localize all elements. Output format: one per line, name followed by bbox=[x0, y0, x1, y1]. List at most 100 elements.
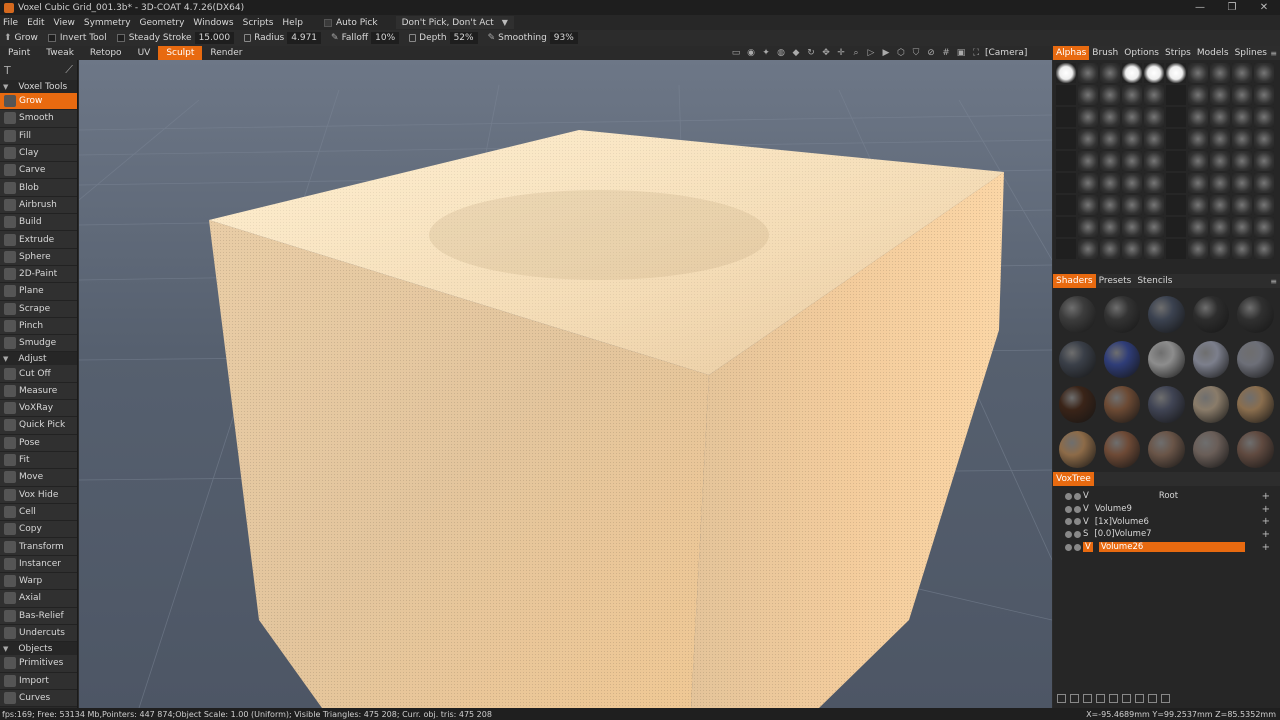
tab-models[interactable]: Models bbox=[1194, 46, 1232, 60]
tool-blob[interactable]: Blob bbox=[0, 179, 77, 197]
invert-tool-toggle[interactable]: Invert Tool bbox=[47, 33, 107, 43]
clone-icon[interactable] bbox=[1083, 694, 1092, 703]
grid-icon[interactable]: # bbox=[940, 47, 952, 59]
alpha-thumbnail[interactable] bbox=[1232, 107, 1252, 127]
transform-icon[interactable] bbox=[1122, 694, 1131, 703]
tool-axial[interactable]: Axial bbox=[0, 590, 77, 608]
shader-sphere[interactable] bbox=[1237, 296, 1274, 333]
add-icon[interactable]: + bbox=[1262, 491, 1270, 502]
add-icon[interactable]: + bbox=[1262, 516, 1270, 527]
alpha-thumbnail[interactable] bbox=[1122, 63, 1142, 83]
tab-tweak[interactable]: Tweak bbox=[38, 46, 82, 60]
alpha-thumbnail[interactable] bbox=[1232, 151, 1252, 171]
alpha-thumbnail[interactable] bbox=[1144, 107, 1164, 127]
alpha-thumbnail[interactable] bbox=[1210, 63, 1230, 83]
volume-name[interactable]: [0.0]Volume7 bbox=[1094, 529, 1151, 539]
tool-grow[interactable]: Grow bbox=[0, 93, 77, 111]
tab-presets[interactable]: Presets bbox=[1096, 274, 1135, 288]
alpha-thumbnail[interactable] bbox=[1056, 195, 1076, 215]
tool-bas-relief[interactable]: Bas-Relief bbox=[0, 607, 77, 625]
alpha-thumbnail[interactable] bbox=[1144, 85, 1164, 105]
radius-field[interactable]: 4.971 bbox=[287, 32, 322, 44]
ghost-icon[interactable] bbox=[1074, 492, 1081, 500]
volume-name[interactable]: [1x]Volume6 bbox=[1095, 517, 1149, 527]
alpha-thumbnail[interactable] bbox=[1056, 63, 1076, 83]
alpha-thumbnail[interactable] bbox=[1100, 217, 1120, 237]
zoom-icon[interactable]: ⌕ bbox=[850, 47, 862, 59]
next-icon[interactable]: ▶ bbox=[880, 47, 892, 59]
tool-voxray[interactable]: VoXRay bbox=[0, 400, 77, 418]
tool-extrude[interactable]: Extrude bbox=[0, 231, 77, 249]
falloff-control[interactable]: ✎ Falloff 10% bbox=[331, 32, 400, 44]
alpha-thumbnail[interactable] bbox=[1210, 129, 1230, 149]
alpha-thumbnail[interactable] bbox=[1254, 239, 1274, 259]
frame-icon[interactable]: ▭ bbox=[730, 47, 742, 59]
alpha-thumbnail[interactable] bbox=[1100, 173, 1120, 193]
alpha-thumbnail[interactable] bbox=[1078, 151, 1098, 171]
alpha-thumbnail[interactable] bbox=[1254, 195, 1274, 215]
alpha-thumbnail[interactable] bbox=[1254, 107, 1274, 127]
alpha-thumbnail[interactable] bbox=[1122, 129, 1142, 149]
menu-view[interactable]: View bbox=[54, 18, 75, 28]
shader-sphere[interactable] bbox=[1192, 386, 1230, 423]
add-icon[interactable]: + bbox=[1262, 529, 1270, 540]
alpha-thumbnail[interactable] bbox=[1078, 85, 1098, 105]
menu-help[interactable]: Help bbox=[282, 18, 303, 28]
menu-geometry[interactable]: Geometry bbox=[140, 18, 185, 28]
alpha-thumbnail[interactable] bbox=[1100, 239, 1120, 259]
voxtree-row[interactable]: V [1x]Volume6 + bbox=[1053, 515, 1280, 528]
shader-sphere[interactable] bbox=[1237, 386, 1274, 423]
brush-icon[interactable]: ⟋ bbox=[65, 63, 73, 77]
section-adjust[interactable]: ▼ Adjust bbox=[0, 352, 77, 366]
alpha-thumbnail[interactable] bbox=[1210, 85, 1230, 105]
alpha-thumbnail[interactable] bbox=[1056, 239, 1076, 259]
close-button[interactable]: ✕ bbox=[1248, 0, 1280, 15]
alpha-thumbnail[interactable] bbox=[1122, 85, 1142, 105]
tool-pinch[interactable]: Pinch bbox=[0, 317, 77, 336]
alpha-thumbnail[interactable] bbox=[1122, 195, 1142, 215]
eye-icon[interactable]: ◉ bbox=[745, 47, 757, 59]
alpha-thumbnail[interactable] bbox=[1144, 173, 1164, 193]
eye-icon[interactable] bbox=[1065, 530, 1072, 538]
alpha-thumbnail[interactable] bbox=[1166, 195, 1186, 215]
depth-field[interactable]: 52% bbox=[449, 32, 478, 44]
alpha-thumbnail[interactable] bbox=[1144, 239, 1164, 259]
alpha-thumbnail[interactable] bbox=[1188, 151, 1208, 171]
shader-sphere[interactable] bbox=[1059, 386, 1096, 423]
alpha-thumbnail[interactable] bbox=[1188, 63, 1208, 83]
alpha-thumbnail[interactable] bbox=[1188, 107, 1208, 127]
shader-sphere[interactable] bbox=[1103, 296, 1141, 333]
tool-clay[interactable]: Clay bbox=[0, 144, 77, 163]
alpha-thumbnail[interactable] bbox=[1056, 129, 1076, 149]
steady-stroke-checkbox[interactable] bbox=[116, 34, 125, 42]
tool-cut-off[interactable]: Cut Off bbox=[0, 365, 77, 383]
tool-build[interactable]: Build bbox=[0, 214, 77, 232]
cube-icon[interactable]: ⬡ bbox=[895, 47, 907, 59]
hide-icon[interactable] bbox=[1148, 694, 1157, 703]
volume-name[interactable]: Root bbox=[1159, 491, 1178, 501]
shader-sphere[interactable] bbox=[1059, 296, 1096, 333]
tool-plane[interactable]: Plane bbox=[0, 283, 77, 301]
layer-icon[interactable] bbox=[1135, 694, 1144, 703]
options-icon[interactable] bbox=[1161, 694, 1170, 703]
tab-uv[interactable]: UV bbox=[130, 46, 159, 60]
layer-controls[interactable] bbox=[1065, 530, 1083, 538]
alpha-thumbnail[interactable] bbox=[1210, 151, 1230, 171]
alpha-thumbnail[interactable] bbox=[1210, 173, 1230, 193]
alpha-thumbnail[interactable] bbox=[1232, 129, 1252, 149]
alpha-thumbnail[interactable] bbox=[1188, 173, 1208, 193]
alpha-thumbnail[interactable] bbox=[1188, 129, 1208, 149]
drop-icon[interactable]: ◆ bbox=[790, 47, 802, 59]
alpha-thumbnail[interactable] bbox=[1100, 129, 1120, 149]
shader-sphere[interactable] bbox=[1192, 296, 1230, 333]
alpha-thumbnail[interactable] bbox=[1100, 195, 1120, 215]
layer-controls[interactable] bbox=[1065, 505, 1083, 513]
tool-move[interactable]: Move bbox=[0, 469, 77, 487]
tool-quick-pick[interactable]: Quick Pick bbox=[0, 417, 77, 435]
tool-warp[interactable]: Warp bbox=[0, 573, 77, 591]
alpha-thumbnail[interactable] bbox=[1056, 107, 1076, 127]
tool-measure[interactable]: Measure bbox=[0, 382, 77, 401]
shader-sphere[interactable] bbox=[1103, 341, 1141, 378]
radius-control[interactable]: Radius 4.971 bbox=[244, 32, 322, 44]
tool-transform[interactable]: Transform bbox=[0, 538, 77, 556]
